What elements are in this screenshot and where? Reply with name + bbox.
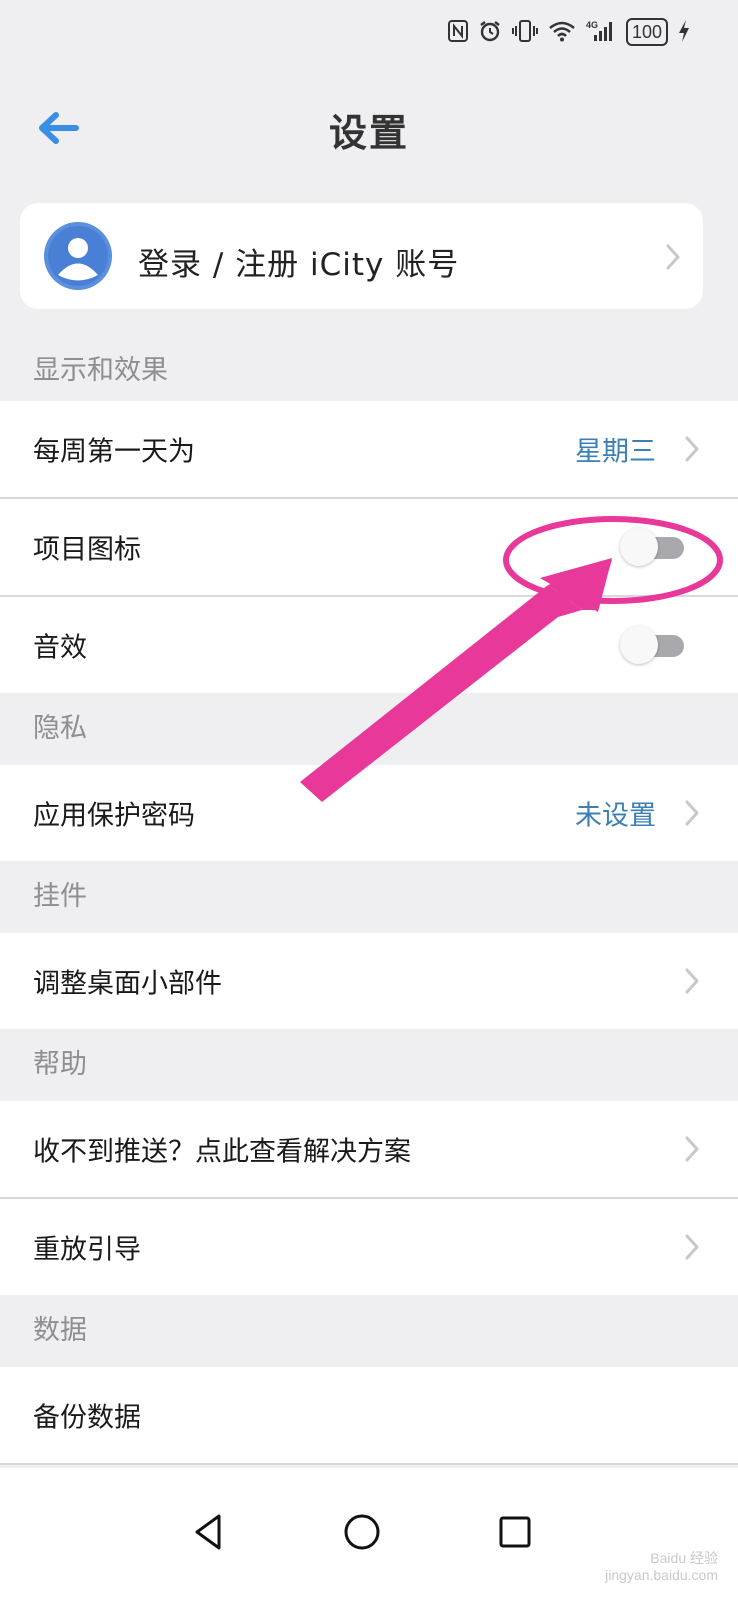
chevron-right-icon (666, 244, 680, 270)
navigation-bar: Baidu 经验 jingyan.baidu.com (0, 1468, 738, 1600)
nfc-icon (447, 19, 468, 46)
row-app-password[interactable]: 应用保护密码 未设置 (0, 765, 738, 861)
row-project-icon: 项目图标 (0, 499, 738, 595)
section-header-privacy: 隐私 (0, 693, 738, 765)
chevron-right-icon (685, 968, 699, 994)
battery-level: 100 (631, 22, 662, 42)
push-help-label: 收不到推送？点此查看解决方案 (33, 1136, 411, 1168)
row-push-help[interactable]: 收不到推送？点此查看解决方案 (0, 1101, 738, 1197)
status-bar: 4G 100 (0, 0, 738, 70)
wifi-icon (548, 20, 576, 45)
backup-data-label: 备份数据 (33, 1402, 141, 1434)
first-day-value: 星期三 (575, 436, 656, 468)
section-header-data: 数据 (0, 1295, 738, 1367)
nav-back-button[interactable] (185, 1508, 233, 1556)
project-icon-toggle[interactable] (620, 527, 684, 567)
adjust-widgets-label: 调整桌面小部件 (33, 968, 222, 1000)
section-header-widgets: 挂件 (0, 861, 738, 933)
chevron-right-icon (685, 1136, 699, 1162)
watermark-line3: jingyan.baidu.com (605, 1567, 718, 1584)
row-adjust-widgets[interactable]: 调整桌面小部件 (0, 933, 738, 1029)
divider (0, 1463, 738, 1465)
row-first-day-of-week[interactable]: 每周第一天为 星期三 (0, 401, 738, 497)
watermark-line2: du 经验 (670, 1550, 718, 1567)
chevron-right-icon (685, 1234, 699, 1260)
app-password-label: 应用保护密码 (33, 800, 195, 832)
toggle-knob (620, 626, 658, 664)
account-login-label: 登录 / 注册 iCity 账号 (138, 247, 460, 283)
charging-icon (678, 19, 690, 46)
battery-icon: 100 (625, 18, 668, 46)
project-icon-label: 项目图标 (33, 534, 141, 566)
nav-home-button[interactable] (338, 1508, 386, 1556)
vibrate-icon (511, 19, 538, 46)
first-day-label: 每周第一天为 (33, 436, 195, 468)
row-replay-guide[interactable]: 重放引导 (0, 1199, 738, 1295)
section-header-help: 帮助 (0, 1029, 738, 1101)
alarm-icon (478, 19, 502, 46)
triangle-back-icon (195, 1514, 221, 1550)
nav-recents-button[interactable] (491, 1508, 539, 1556)
status-icons: 4G 100 (447, 18, 690, 46)
signal-4g-icon: 4G (586, 19, 616, 46)
page-title: 设置 (328, 111, 409, 155)
chevron-right-icon (685, 800, 699, 826)
watermark-line1: Bai (650, 1550, 671, 1567)
row-backup-data[interactable]: 备份数据 (0, 1367, 738, 1463)
section-header-display: 显示和效果 (0, 348, 738, 400)
network-label: 4G (586, 20, 598, 30)
row-sound-effects: 音效 (0, 597, 738, 693)
sound-toggle[interactable] (620, 625, 684, 665)
sound-label: 音效 (33, 632, 87, 664)
replay-guide-label: 重放引导 (33, 1234, 141, 1266)
watermark: Baidu 经验 jingyan.baidu.com (605, 1550, 718, 1584)
square-recents-icon (499, 1516, 531, 1548)
circle-home-icon (344, 1514, 380, 1550)
account-card[interactable]: 登录 / 注册 iCity 账号 (20, 203, 703, 309)
app-password-value: 未设置 (575, 800, 656, 832)
user-avatar-icon (44, 222, 112, 290)
toggle-knob (620, 528, 658, 566)
chevron-right-icon (685, 436, 699, 462)
header: 设置 (0, 90, 738, 166)
